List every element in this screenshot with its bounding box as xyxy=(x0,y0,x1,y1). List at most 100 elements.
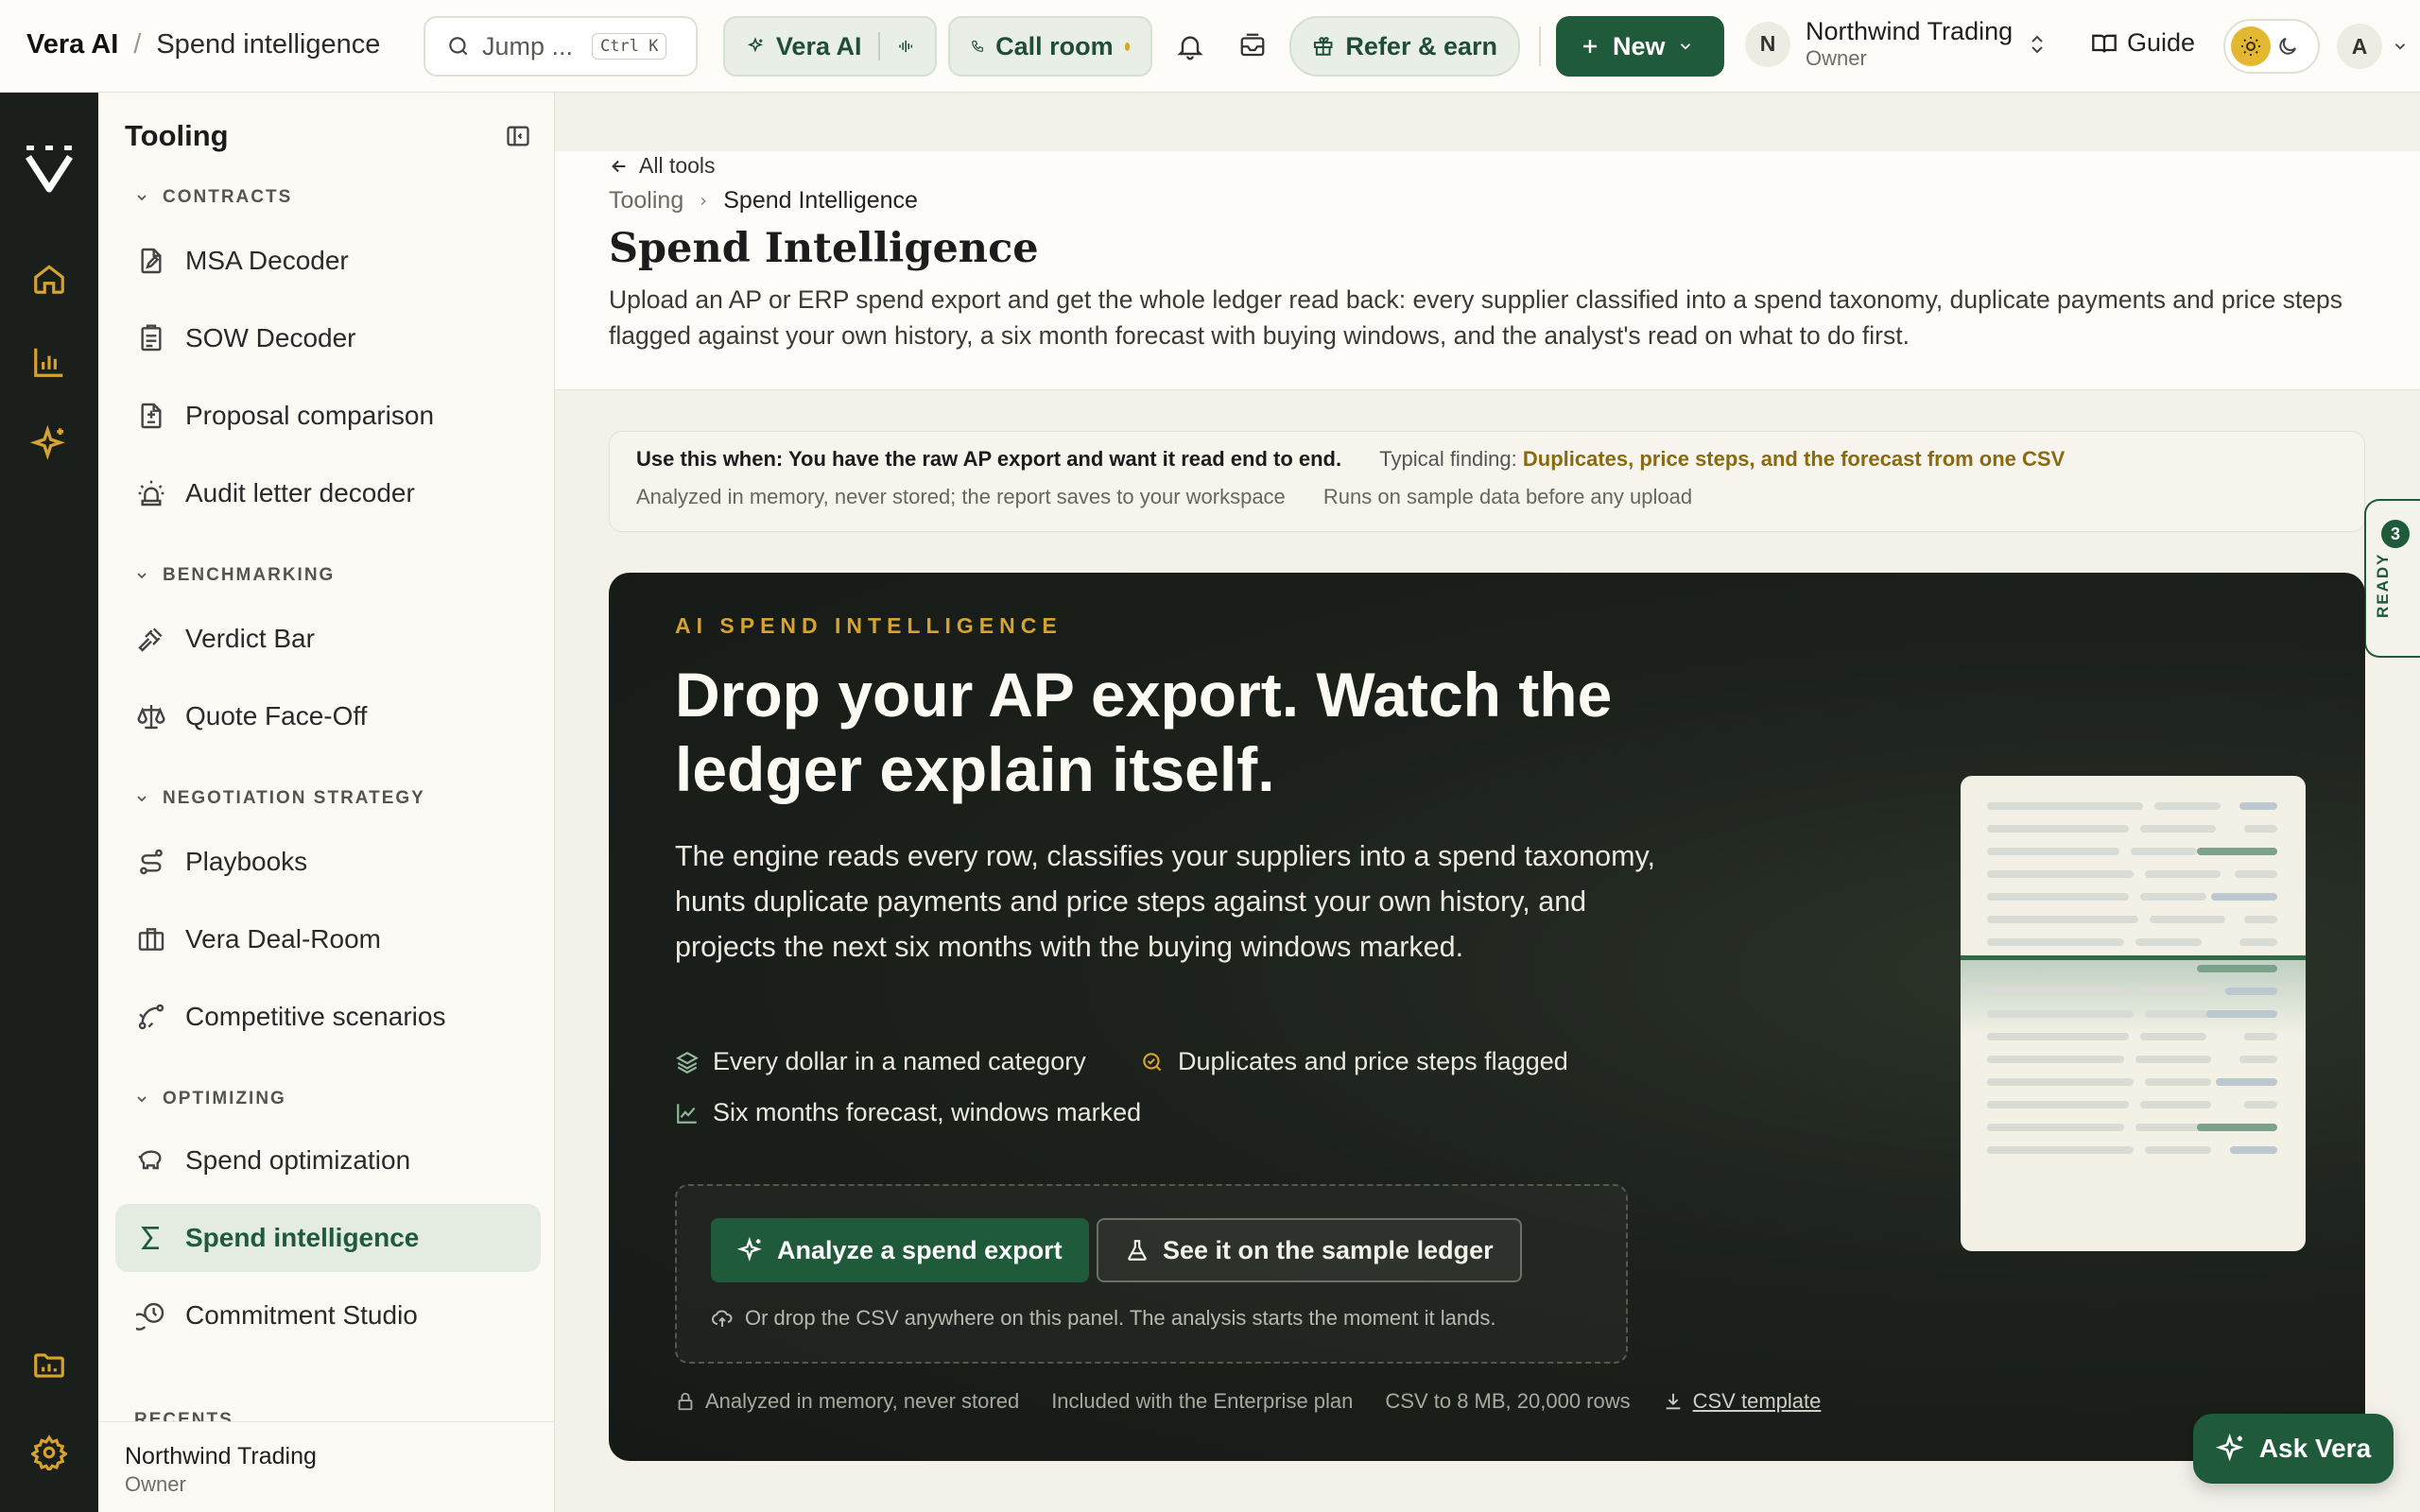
footer-org-name: Northwind Trading xyxy=(125,1443,317,1469)
search-shortcut: Ctrl K xyxy=(592,33,667,60)
chevron-down-icon xyxy=(137,573,147,579)
ask-vera-button[interactable]: Ask Vera xyxy=(2193,1414,2394,1484)
hero-footer-notes: Analyzed in memory, never stored Include… xyxy=(675,1389,1821,1414)
sidebar-item-proposal-comparison[interactable]: Proposal comparison xyxy=(115,382,541,450)
new-button[interactable]: New xyxy=(1556,16,1724,77)
vera-ai-button[interactable]: Vera AI xyxy=(723,16,937,77)
sidebar-item-label: Spend intelligence xyxy=(185,1223,420,1252)
back-to-all-tools-link[interactable]: All tools xyxy=(609,153,716,179)
gear-icon[interactable] xyxy=(31,1435,67,1470)
sparkle-icon xyxy=(737,1237,762,1262)
hero-eyebrow: AI SPEND INTELLIGENCE xyxy=(675,613,1063,638)
bell-icon[interactable] xyxy=(1175,31,1205,61)
phone-icon xyxy=(972,41,983,52)
sidebar-item-msa-decoder[interactable]: MSA Decoder xyxy=(115,227,541,295)
chevron-down-icon xyxy=(137,1096,147,1103)
feature-label: Every dollar in a named category xyxy=(713,1047,1086,1075)
ledger-illustration xyxy=(1961,776,2306,1251)
theme-toggle[interactable] xyxy=(2223,19,2320,74)
voice-wave-icon[interactable] xyxy=(897,35,914,58)
ready-panel-tab[interactable]: 3 READY xyxy=(2364,499,2420,658)
sidebar-item-vera-deal-room[interactable]: Vera Deal-Room xyxy=(115,905,541,973)
sidebar-item-label: Audit letter decoder xyxy=(185,478,415,507)
sidebar-item-verdict-bar[interactable]: Verdict Bar xyxy=(115,605,541,673)
page-description: Upload an AP or ERP spend export and get… xyxy=(609,285,2343,350)
call-room-button[interactable]: Call room xyxy=(948,16,1152,77)
new-label: New xyxy=(1613,31,1666,60)
call-room-label: Call room xyxy=(995,31,1114,60)
folder-chart-icon[interactable] xyxy=(31,1348,67,1383)
sidebar-item-spend-intelligence[interactable]: Spend intelligence xyxy=(115,1204,541,1272)
feature-forecast: Six months forecast, windows marked xyxy=(675,1098,1141,1127)
sidebar-item-spend-optimization[interactable]: Spend optimization xyxy=(115,1126,541,1194)
csv-drop-zone[interactable]: Analyze a spend export See it on the sam… xyxy=(675,1184,1628,1364)
jump-search[interactable]: Jump ... Ctrl K xyxy=(424,16,698,77)
gift-icon xyxy=(1313,37,1333,56)
sidebar-item-competitive-scenarios[interactable]: Competitive scenarios xyxy=(115,983,541,1051)
sidebar-item-playbooks[interactable]: Playbooks xyxy=(115,828,541,896)
refer-earn-label: Refer & earn xyxy=(1345,31,1497,60)
typical-finding-label: Typical finding: xyxy=(1379,447,1517,471)
footer-org-role: Owner xyxy=(125,1472,186,1496)
chevron-down-icon xyxy=(137,195,147,201)
breadcrumb-current: Spend Intelligence xyxy=(723,187,918,214)
sun-icon[interactable] xyxy=(2231,26,2271,66)
current-page-name: Spend intelligence xyxy=(156,29,381,60)
app-name[interactable]: Vera AI xyxy=(26,29,118,60)
sidebar-item-commitment-studio[interactable]: Commitment Studio xyxy=(115,1281,541,1349)
top-bar: Vera AI / Spend intelligence Jump ... Ct… xyxy=(0,0,2420,93)
sidebar-title: Tooling xyxy=(125,119,229,152)
section-label: OPTIMIZING xyxy=(163,1089,286,1108)
breadcrumb-root[interactable]: Tooling xyxy=(609,187,683,215)
app-breadcrumb: Vera AI / Spend intelligence xyxy=(26,29,380,60)
section-benchmarking[interactable]: BENCHMARKING xyxy=(134,565,335,586)
sparkle-icon[interactable] xyxy=(30,425,68,463)
sample-ledger-button[interactable]: See it on the sample ledger xyxy=(1097,1218,1522,1282)
spline-icon xyxy=(138,1004,164,1030)
siren-icon xyxy=(138,480,164,507)
sidebar-item-quote-face-off[interactable]: Quote Face-Off xyxy=(115,682,541,750)
org-switcher[interactable]: N Northwind Trading Owner xyxy=(1745,17,2047,71)
sidebar-item-label: SOW Decoder xyxy=(185,323,356,352)
guide-button[interactable]: Guide xyxy=(2091,28,2195,58)
refer-earn-button[interactable]: Refer & earn xyxy=(1289,16,1520,77)
secondary-cta-label: See it on the sample ledger xyxy=(1163,1235,1494,1264)
user-menu[interactable]: A xyxy=(2337,24,2409,69)
storage-note: Analyzed in memory, never stored; the re… xyxy=(636,485,1286,508)
plan-note: Included with the Enterprise plan xyxy=(1051,1389,1354,1413)
briefcase-icon xyxy=(138,928,164,951)
layers-icon xyxy=(676,1051,699,1074)
flask-icon xyxy=(1128,1240,1147,1261)
feature-label: Six months forecast, windows marked xyxy=(713,1098,1142,1126)
sidebar-item-audit-letter-decoder[interactable]: Audit letter decoder xyxy=(115,459,541,527)
vera-logo-icon[interactable] xyxy=(23,144,76,197)
search-icon xyxy=(449,37,468,56)
collapse-sidebar-icon[interactable] xyxy=(505,123,531,149)
typical-finding-value: Duplicates, price steps, and the forecas… xyxy=(1522,447,2066,471)
sidebar-item-label: Spend optimization xyxy=(185,1145,411,1175)
vera-ai-label: Vera AI xyxy=(775,31,862,60)
use-case-banner: Use this when: You have the raw AP expor… xyxy=(609,431,2365,532)
section-optimizing[interactable]: OPTIMIZING xyxy=(134,1089,286,1109)
chevron-down-icon xyxy=(1680,43,1690,50)
spend-upload-hero[interactable]: AI SPEND INTELLIGENCE Drop your AP expor… xyxy=(609,573,2365,1461)
feature-duplicates: Duplicates and price steps flagged xyxy=(1140,1047,1568,1076)
analyze-spend-export-button[interactable]: Analyze a spend export xyxy=(711,1218,1089,1282)
csv-template-link[interactable]: CSV template xyxy=(1663,1389,1821,1414)
home-icon[interactable] xyxy=(31,261,67,297)
plus-icon xyxy=(1583,40,1597,53)
org-name: Northwind Trading xyxy=(1806,17,2014,45)
section-negotiation-strategy[interactable]: NEGOTIATION STRATEGY xyxy=(134,788,425,809)
inbox-icon[interactable] xyxy=(1238,31,1267,60)
clock-link-icon xyxy=(136,1302,164,1331)
file-edit-icon xyxy=(141,248,162,274)
ready-label: READY xyxy=(2374,552,2392,618)
guide-label: Guide xyxy=(2127,28,2196,57)
sidebar-item-sow-decoder[interactable]: SOW Decoder xyxy=(115,304,541,372)
sidebar-footer-org[interactable]: Northwind Trading Owner xyxy=(98,1421,554,1512)
chart-icon[interactable] xyxy=(31,344,67,380)
section-contracts[interactable]: CONTRACTS xyxy=(134,187,292,208)
gavel-icon xyxy=(138,627,163,652)
hero-headline: Drop your AP export. Watch the ledger ex… xyxy=(675,660,1613,804)
moon-icon[interactable] xyxy=(2276,35,2299,58)
